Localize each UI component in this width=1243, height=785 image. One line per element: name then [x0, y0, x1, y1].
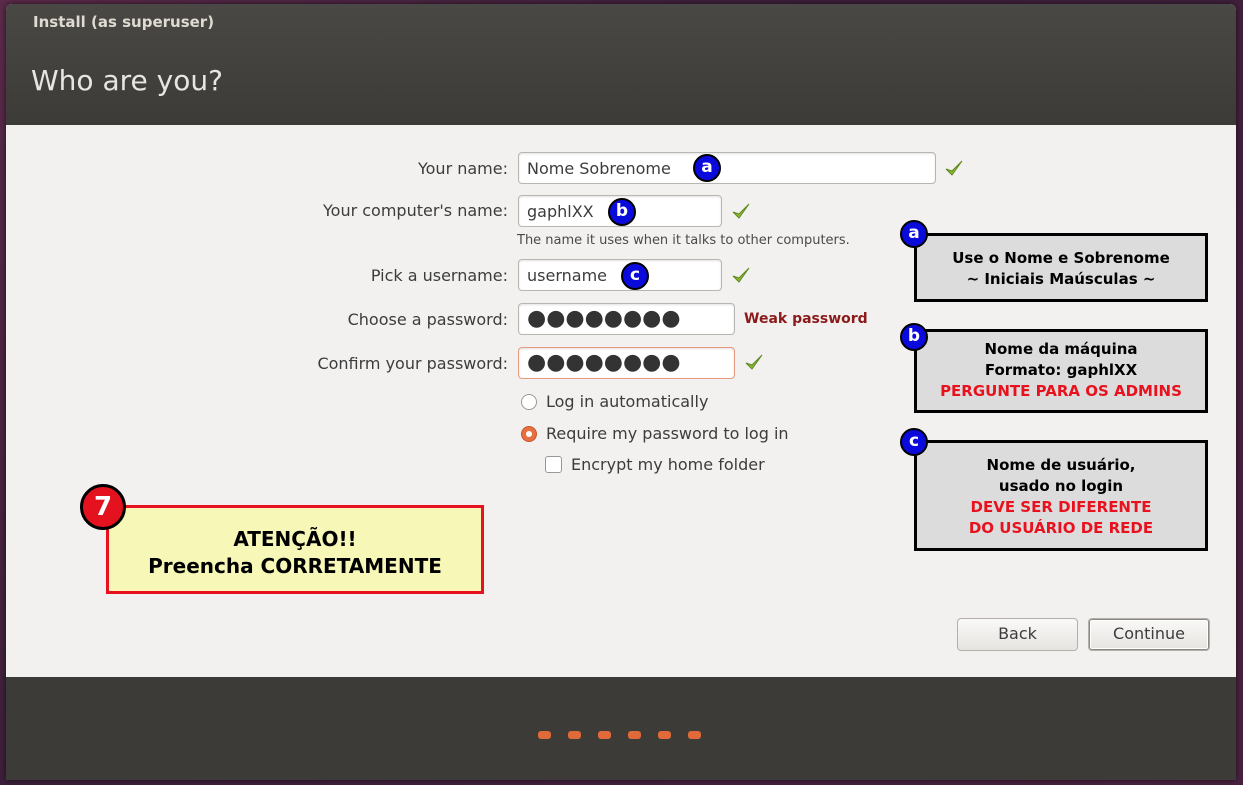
warning-box: ATENÇÃO!! Preencha CORRETAMENTE — [106, 505, 484, 594]
progress-dot — [568, 731, 581, 739]
encrypt-home-checkbox[interactable] — [545, 456, 562, 473]
progress-dot — [628, 731, 641, 739]
confirm-password-field[interactable]: ●●●●●●●● — [518, 347, 735, 379]
warning-line1: ATENÇÃO!! — [233, 527, 357, 551]
note-b-line3: PERGUNTE PARA OS ADMINS — [940, 382, 1182, 400]
username-field[interactable]: username — [518, 259, 722, 291]
note-badge-a: a — [900, 220, 928, 248]
login-auto-label: Log in automatically — [546, 392, 709, 411]
require-password-label: Require my password to log in — [546, 424, 789, 443]
computer-name-value: gaphlXX — [527, 202, 594, 221]
note-b-line1: Nome da máquina — [984, 340, 1138, 358]
password-label: Choose a password: — [347, 310, 508, 329]
password-value: ●●●●●●●● — [527, 306, 681, 331]
name-value: Nome Sobrenome — [527, 159, 671, 178]
badge-b: b — [608, 198, 636, 226]
note-badge-c: c — [900, 428, 928, 456]
note-a-line2: ~ Iniciais Maúsculas ~ — [966, 270, 1156, 288]
password-field[interactable]: ●●●●●●●● — [518, 303, 735, 335]
note-c-line1: Nome de usuário, — [986, 456, 1136, 474]
progress-dot — [538, 731, 551, 739]
name-label: Your name: — [417, 159, 508, 178]
badge-c: c — [621, 262, 649, 290]
login-auto-option[interactable]: Log in automatically — [521, 392, 708, 411]
encrypt-home-label: Encrypt my home folder — [571, 455, 765, 474]
computer-name-label: Your computer's name: — [323, 201, 508, 220]
note-c: Nome de usuário, usado no login DEVE SER… — [914, 440, 1208, 551]
note-b: Nome da máquina Formato: gaphlXX PERGUNT… — [914, 329, 1208, 413]
encrypt-home-option[interactable]: Encrypt my home folder — [545, 455, 765, 474]
check-icon — [745, 354, 763, 370]
note-c-line4: DO USUÁRIO DE REDE — [968, 519, 1154, 537]
check-icon — [945, 160, 963, 176]
note-badge-b: b — [900, 323, 928, 351]
installer-window: Install (as superuser) Who are you? Your… — [6, 4, 1236, 780]
confirm-password-value: ●●●●●●●● — [527, 350, 681, 375]
note-c-line2: usado no login — [998, 477, 1124, 495]
password-strength: Weak password — [744, 311, 868, 327]
check-icon — [732, 267, 750, 283]
step-number-badge: 7 — [80, 484, 126, 530]
require-password-radio[interactable] — [521, 425, 537, 442]
note-a: Use o Nome e Sobrenome ~ Iniciais Maúscu… — [914, 233, 1208, 302]
progress-dot — [658, 731, 671, 739]
note-b-line2: Formato: gaphlXX — [984, 361, 1138, 379]
login-auto-radio[interactable] — [521, 393, 537, 410]
note-a-line1: Use o Nome e Sobrenome — [952, 249, 1170, 267]
badge-a: a — [693, 154, 721, 182]
progress-dots — [538, 724, 718, 743]
require-password-option[interactable]: Require my password to log in — [521, 424, 789, 443]
warning-line2: Preencha CORRETAMENTE — [148, 554, 442, 578]
back-button[interactable]: Back — [957, 618, 1078, 651]
progress-dot — [598, 731, 611, 739]
username-label: Pick a username: — [370, 266, 508, 285]
window-title: Install (as superuser) — [33, 13, 215, 31]
continue-button[interactable]: Continue — [1088, 618, 1210, 651]
computer-name-hint: The name it uses when it talks to other … — [517, 233, 850, 248]
footer-bar — [6, 677, 1236, 780]
name-field[interactable]: Nome Sobrenome — [518, 152, 936, 184]
note-c-line3: DEVE SER DIFERENTE — [970, 498, 1152, 516]
check-icon — [732, 203, 750, 219]
page-title: Who are you? — [31, 64, 223, 97]
progress-dot — [688, 731, 701, 739]
confirm-password-label: Confirm your password: — [317, 354, 508, 373]
header-bar: Install (as superuser) Who are you? — [6, 4, 1236, 125]
username-value: username — [527, 266, 607, 285]
